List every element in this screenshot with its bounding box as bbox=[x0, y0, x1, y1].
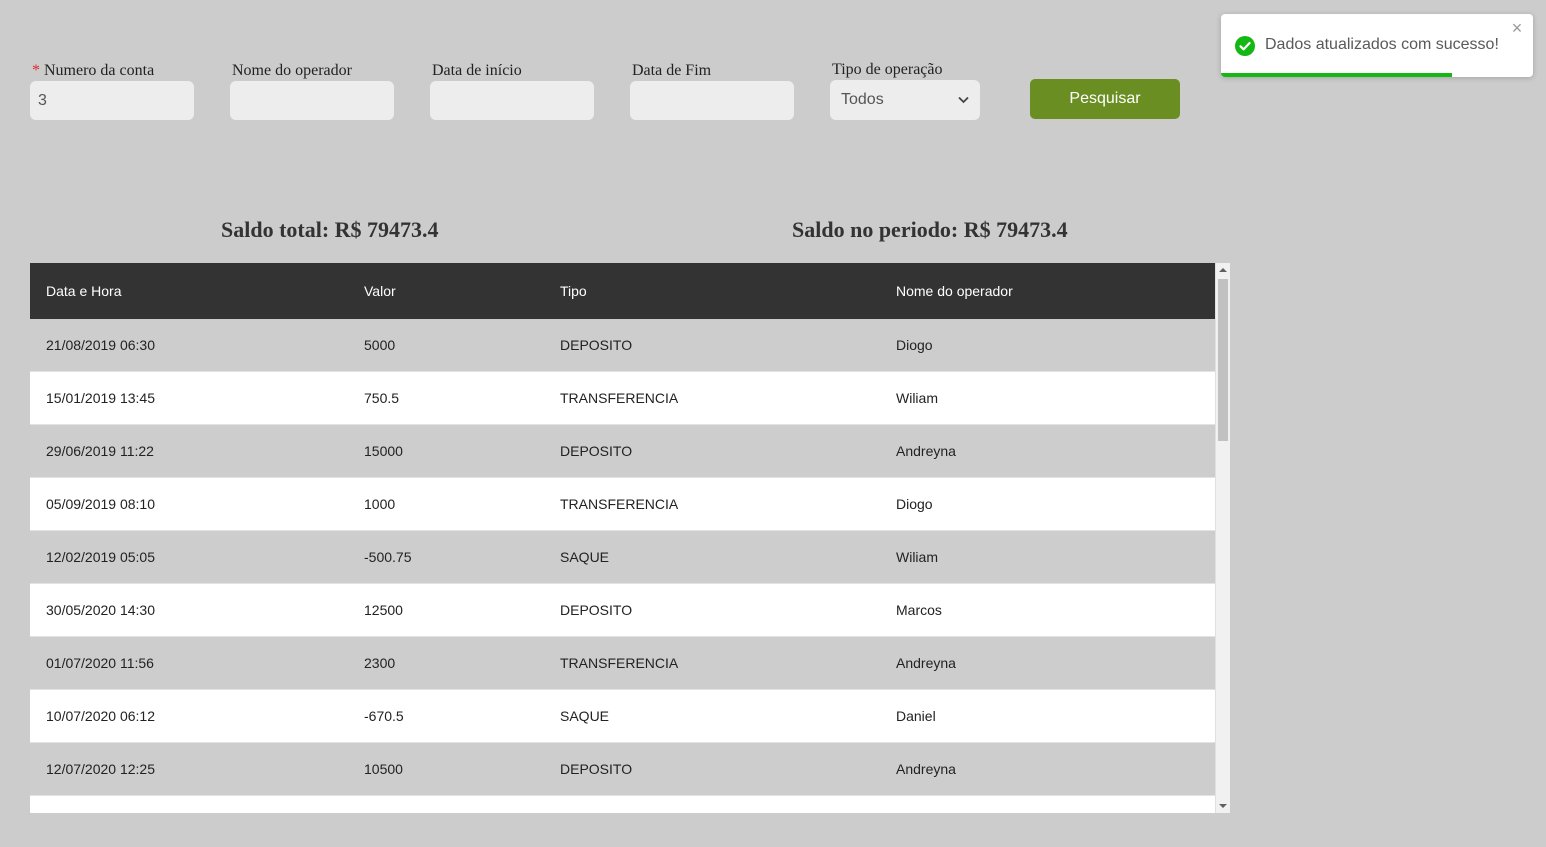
cell-type: DEPOSITO bbox=[560, 602, 633, 618]
table-row: 15/01/2019 13:45 750.5 TRANSFERENCIA Wil… bbox=[30, 372, 1215, 425]
header-value: Valor bbox=[364, 283, 396, 299]
cell-type: TRANSFERENCIA bbox=[560, 390, 679, 406]
cell-operator-name: Andreyna bbox=[896, 761, 956, 777]
cell-type: DEPOSITO bbox=[560, 443, 633, 459]
table-row: 29/06/2019 11:22 15000 DEPOSITO Andreyna bbox=[30, 425, 1215, 478]
account-number-label-text: Numero da conta bbox=[44, 62, 155, 79]
table-row: 12/07/2020 12:25 10500 DEPOSITO Andreyna bbox=[30, 743, 1215, 796]
cell-value: 1000 bbox=[364, 496, 396, 512]
table-scrollbar[interactable] bbox=[1215, 263, 1230, 813]
end-date-field: Data de Fim bbox=[630, 0, 794, 130]
close-icon[interactable]: × bbox=[1509, 19, 1525, 37]
toast-progress-bar bbox=[1221, 73, 1452, 77]
filter-bar: *Numero da conta Nome do operador Data d… bbox=[30, 0, 1210, 130]
account-number-field: * Numero da conta bbox=[30, 0, 194, 130]
start-date-field: Data de início bbox=[430, 0, 594, 130]
operation-type-field: Tipo de operação Todos bbox=[830, 0, 980, 130]
chevron-down-icon bbox=[957, 94, 969, 106]
table-row: 21/08/2019 06:30 5000 DEPOSITO Diogo bbox=[30, 319, 1215, 372]
cell-date-time: 15/01/2019 13:45 bbox=[46, 390, 155, 406]
cell-operator-name: Andreyna bbox=[896, 443, 956, 459]
table-row: 10/07/2020 06:12 -670.5 SAQUE Daniel bbox=[30, 690, 1215, 743]
scroll-down-arrow-icon[interactable] bbox=[1216, 799, 1230, 813]
start-date-label: Data de início bbox=[432, 62, 522, 79]
operation-type-select[interactable]: Todos bbox=[830, 80, 980, 120]
total-balance: Saldo total: R$ 79473.4 bbox=[221, 217, 439, 242]
table-row: 05/09/2019 08:10 1000 TRANSFERENCIA Diog… bbox=[30, 478, 1215, 531]
operation-type-label: Tipo de operação bbox=[832, 61, 943, 78]
cell-value: -500.75 bbox=[364, 549, 412, 565]
cell-date-time: 12/07/2020 12:25 bbox=[46, 761, 155, 777]
operator-name-field: Nome do operador bbox=[230, 0, 394, 130]
operation-type-selected-value: Todos bbox=[841, 91, 884, 108]
operator-name-input[interactable] bbox=[230, 81, 394, 120]
transactions-table: Data e Hora Valor Tipo Nome do operador … bbox=[30, 263, 1230, 813]
header-type: Tipo bbox=[560, 283, 587, 299]
check-circle-icon bbox=[1235, 36, 1255, 56]
cell-value: 750.5 bbox=[364, 390, 400, 406]
header-operator-name: Nome do operador bbox=[896, 283, 1013, 299]
cell-type: DEPOSITO bbox=[560, 761, 633, 777]
account-number-label: * Numero da conta bbox=[32, 62, 154, 80]
cell-operator-name: Diogo bbox=[896, 337, 933, 353]
success-toast: Dados atualizados com sucesso! × bbox=[1221, 14, 1533, 77]
cell-value: 15000 bbox=[364, 443, 403, 459]
end-date-label: Data de Fim bbox=[632, 62, 712, 79]
cell-type: DEPOSITO bbox=[560, 337, 633, 353]
cell-operator-name: Wiliam bbox=[896, 549, 938, 565]
required-mark: * bbox=[32, 62, 40, 79]
header-date-time: Data e Hora bbox=[46, 283, 122, 299]
start-date-input[interactable] bbox=[430, 81, 594, 120]
cell-value: 10500 bbox=[364, 761, 403, 777]
cell-date-time: 01/07/2020 11:56 bbox=[46, 655, 154, 671]
operator-name-label: Nome do operador bbox=[232, 62, 352, 79]
cell-type: TRANSFERENCIA bbox=[560, 496, 679, 512]
transactions-table-grid: Data e Hora Valor Tipo Nome do operador … bbox=[30, 263, 1215, 813]
toast-message: Dados atualizados com sucesso! bbox=[1265, 36, 1499, 53]
cell-date-time: 10/07/2020 06:12 bbox=[46, 708, 155, 724]
table-row: 30/05/2020 14:30 12500 DEPOSITO Marcos bbox=[30, 584, 1215, 637]
table-row bbox=[30, 796, 1215, 813]
cell-value: 2300 bbox=[364, 655, 396, 671]
cell-value: 5000 bbox=[364, 337, 396, 353]
cell-operator-name: Marcos bbox=[896, 602, 942, 618]
period-balance: Saldo no periodo: R$ 79473.4 bbox=[792, 217, 1068, 242]
cell-date-time: 12/02/2019 05:05 bbox=[46, 549, 155, 565]
end-date-input[interactable] bbox=[630, 81, 794, 120]
scroll-up-arrow-icon[interactable] bbox=[1216, 263, 1230, 277]
cell-value: 12500 bbox=[364, 602, 403, 618]
table-row: 01/07/2020 11:56 2300 TRANSFERENCIA Andr… bbox=[30, 637, 1215, 690]
account-number-input[interactable] bbox=[30, 81, 194, 120]
scrollbar-thumb[interactable] bbox=[1218, 279, 1228, 441]
cell-operator-name: Andreyna bbox=[896, 655, 956, 671]
cell-type: SAQUE bbox=[560, 549, 610, 565]
cell-type: SAQUE bbox=[560, 708, 610, 724]
cell-operator-name: Daniel bbox=[896, 708, 936, 724]
cell-date-time: 30/05/2020 14:30 bbox=[46, 602, 155, 618]
cell-date-time: 29/06/2019 11:22 bbox=[46, 443, 154, 459]
cell-type: TRANSFERENCIA bbox=[560, 655, 679, 671]
search-button[interactable]: Pesquisar bbox=[1030, 79, 1180, 119]
table-row: 12/02/2019 05:05 -500.75 SAQUE Wiliam bbox=[30, 531, 1215, 584]
cell-date-time: 21/08/2019 06:30 bbox=[46, 337, 155, 353]
table-header: Data e Hora Valor Tipo Nome do operador bbox=[30, 263, 1215, 319]
cell-operator-name: Diogo bbox=[896, 496, 933, 512]
cell-value: -670.5 bbox=[364, 708, 404, 724]
cell-operator-name: Wiliam bbox=[896, 390, 938, 406]
cell-date-time: 05/09/2019 08:10 bbox=[46, 496, 155, 512]
